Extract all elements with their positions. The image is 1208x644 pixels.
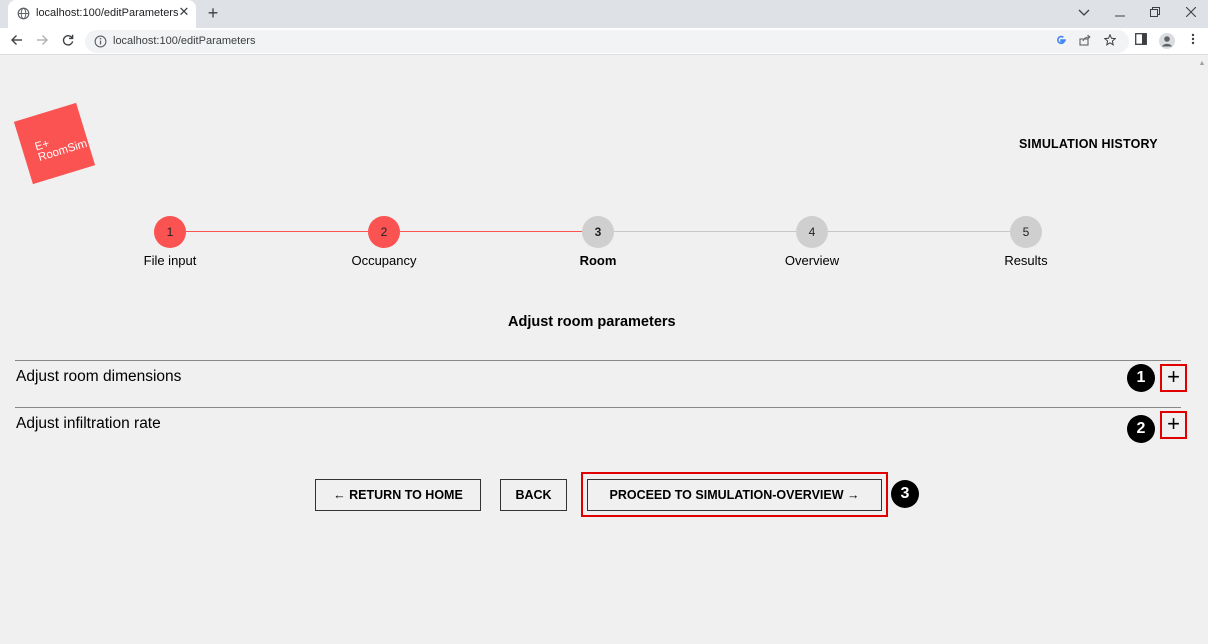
close-window-icon[interactable] [1181,3,1201,23]
back-button[interactable]: BACK [500,479,567,511]
app-logo[interactable]: E+ RoomSim [13,102,96,185]
tab-search-chevron-icon[interactable] [1074,3,1094,23]
stepper-connector [170,231,384,232]
scrollbar-up-arrow-icon[interactable]: ▲ [1198,60,1206,68]
stepper-connector [384,231,598,232]
step-3-circle: 3 [582,216,614,248]
annotation-marker-3: 3 [891,480,919,508]
annotation-marker-2: 2 [1127,415,1155,443]
minimize-icon[interactable] [1110,3,1130,23]
divider [15,360,1181,361]
stepper-connector [812,231,1026,232]
simulation-history-link[interactable]: SIMULATION HISTORY [1019,137,1158,151]
tab-title: localhost:100/editParameters [36,7,179,19]
step-2-circle[interactable]: 2 [368,216,400,248]
return-home-button[interactable]: ← RETURN TO HOME [315,479,481,511]
page-title: Adjust room parameters [508,314,676,330]
step-4-circle: 4 [796,216,828,248]
step-4-label: Overview [784,253,840,268]
forward-arrow-icon[interactable] [33,32,51,50]
expand-infiltration-rate-button[interactable]: + [1160,411,1187,439]
new-tab-button[interactable]: + [205,4,221,22]
accordion-room-dimensions-label[interactable]: Adjust room dimensions [16,368,181,386]
restore-icon[interactable] [1145,3,1165,23]
globe-icon [17,7,30,20]
step-2-label: Occupancy [351,253,417,268]
browser-tab[interactable]: localhost:100/editParameters ✕ [8,0,196,28]
stepper-connector [598,231,812,232]
share-icon[interactable] [1077,34,1092,49]
divider [15,407,1181,408]
kebab-menu-icon[interactable] [1185,33,1201,49]
expand-room-dimensions-button[interactable]: + [1160,364,1187,392]
step-3-label: Room [579,253,617,268]
site-info-icon[interactable] [94,35,107,48]
browser-address-bar: localhost:100/editParameters [0,28,1208,55]
step-1-label: File input [143,253,197,268]
bookmark-star-icon[interactable] [1102,33,1117,49]
browser-tab-bar: localhost:100/editParameters ✕ + [0,0,1208,28]
proceed-to-overview-button[interactable]: PROCEED TO SIMULATION-OVERVIEW → [587,479,882,511]
reload-icon[interactable] [59,32,77,50]
step-5-circle: 5 [1010,216,1042,248]
annotation-marker-1: 1 [1127,364,1155,392]
side-panel-icon[interactable] [1133,33,1149,49]
back-arrow-icon[interactable] [8,32,26,50]
google-icon[interactable] [1053,34,1068,49]
profile-avatar-icon[interactable] [1159,33,1175,49]
url-bar[interactable]: localhost:100/editParameters [85,30,1129,53]
step-1-circle[interactable]: 1 [154,216,186,248]
accordion-infiltration-rate-label[interactable]: Adjust infiltration rate [16,415,161,433]
logo-text: E+ RoomSim [34,128,89,164]
step-5-label: Results [1004,253,1048,268]
url-text: localhost:100/editParameters [113,35,256,47]
close-tab-icon[interactable]: ✕ [178,5,190,18]
